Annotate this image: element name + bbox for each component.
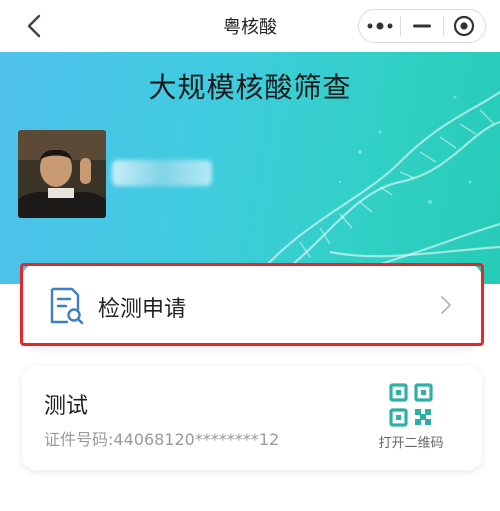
test-application-label: 检测申请 [98, 297, 187, 322]
avatar [18, 130, 106, 218]
id-value: 44068120********12 [113, 430, 280, 449]
document-search-icon [50, 287, 84, 325]
target-close-icon [454, 15, 475, 37]
qr-code-icon[interactable] [388, 382, 434, 428]
blurred-user-name [112, 160, 212, 186]
hero-banner: 大规模核酸筛查 [0, 52, 500, 284]
navigation-bar: 粤核酸 [0, 0, 500, 52]
test-record-card[interactable]: 测试 证件号码:44068120********12 打开二维码 [22, 366, 482, 470]
record-id-number: 证件号码:44068120********12 [44, 426, 279, 450]
id-label: 证件号码: [44, 430, 114, 449]
open-qr-code-label[interactable]: 打开二维码 [364, 432, 458, 451]
avatar-image [18, 130, 106, 218]
record-name: 测试 [44, 394, 89, 419]
more-menu-button[interactable] [359, 10, 400, 42]
chevron-right-icon [441, 296, 451, 314]
page-title: 粤核酸 [223, 17, 277, 38]
hero-title: 大规模核酸筛查 [148, 71, 352, 104]
minimize-button[interactable] [401, 10, 442, 42]
minus-icon [412, 24, 431, 28]
test-application-card[interactable]: 检测申请 [22, 264, 482, 346]
mini-program-capsule [358, 9, 486, 43]
more-dots-icon [367, 22, 393, 30]
back-arrow-icon[interactable] [22, 12, 48, 40]
close-mini-program-button[interactable] [444, 10, 485, 42]
page: 粤核酸 大规模核酸筛查 检测申请 测试 证件号码:44068120*******… [0, 0, 500, 511]
